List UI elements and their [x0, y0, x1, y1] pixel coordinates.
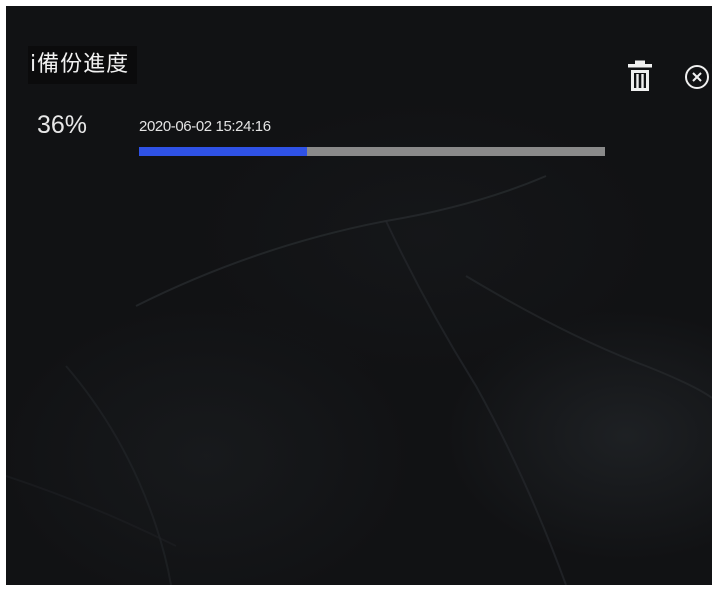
panel-title: ⅰ 備份進度	[28, 46, 138, 84]
progress-bar	[139, 147, 605, 156]
close-button[interactable]	[683, 63, 711, 91]
backup-timestamp: 2020-06-02 15:24:16	[139, 118, 271, 135]
title-glyph: ⅰ	[30, 52, 37, 77]
close-circle-icon	[685, 65, 709, 89]
trash-icon[interactable]	[624, 59, 656, 93]
panel-title-text: 備份進度	[37, 52, 130, 77]
progress-bar-fill	[139, 147, 307, 156]
background-texture	[6, 175, 712, 585]
progress-percent: 36%	[37, 111, 88, 139]
backup-progress-panel: ⅰ 備份進度 36% 2020-06-02 15:24:16	[6, 6, 712, 585]
